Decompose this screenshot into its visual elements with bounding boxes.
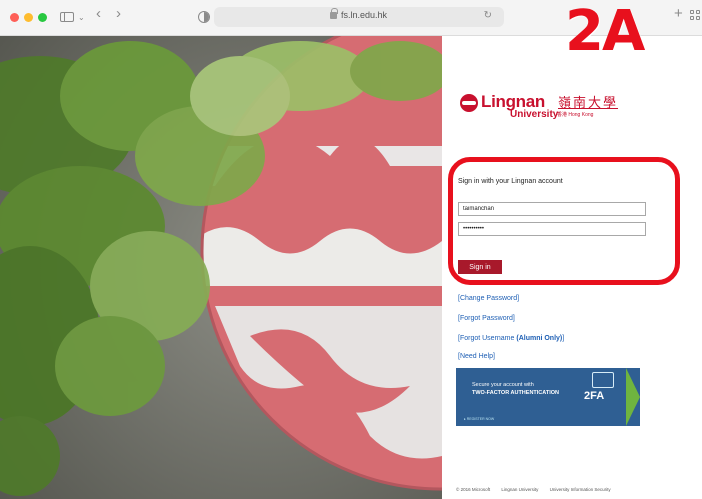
chevron-down-icon[interactable]: ⌄ <box>78 10 85 26</box>
logo-university-label: University <box>510 109 559 120</box>
monitor-icon <box>592 372 614 388</box>
lock-icon <box>330 8 338 19</box>
sidebar-icon[interactable] <box>60 12 74 22</box>
page-footer: © 2016 Microsoft Lingnan University Univ… <box>456 487 621 492</box>
tfa-badge: 2FA <box>584 390 605 402</box>
campus-logo-wall-image <box>0 36 442 499</box>
new-tab-icon[interactable]: + <box>674 6 683 22</box>
footer-security-link[interactable]: University Information Security <box>550 487 611 492</box>
close-window-button[interactable] <box>10 13 19 22</box>
change-password-link[interactable]: [Change Password] <box>458 295 519 302</box>
url-text: fs.ln.edu.hk <box>341 10 388 20</box>
forgot-username-link[interactable]: [Forgot Username (Alumni Only)] <box>458 335 564 342</box>
lingnan-emblem-icon <box>460 94 478 112</box>
forgot-username-close: ] <box>562 335 565 342</box>
lingnan-university-logo: Lingnan 嶺南大學 University 香港 Hong Kong <box>460 92 630 122</box>
address-bar[interactable]: fs.ln.edu.hk ↻ <box>214 7 504 27</box>
background-photo <box>0 36 442 499</box>
forgot-password-link[interactable]: [Forgot Password] <box>458 315 515 322</box>
two-factor-banner[interactable]: Secure your account with TWO-FACTOR AUTH… <box>456 368 640 426</box>
tfa-banner-line1: Secure your account with <box>472 382 534 388</box>
forward-icon[interactable]: › <box>116 6 121 22</box>
logo-hong-kong-label: 香港 Hong Kong <box>557 112 594 118</box>
alumni-only-label: (Alumni Only) <box>516 335 563 342</box>
annotation-highlight-box <box>448 157 680 285</box>
back-icon[interactable]: ‹ <box>96 6 101 22</box>
forgot-username-text: [Forgot Username <box>458 335 517 342</box>
tfa-banner-line2: TWO-FACTOR AUTHENTICATION <box>472 390 559 396</box>
copyright-text: © 2016 Microsoft <box>456 487 491 492</box>
annotation-step-badge: 2A <box>565 0 645 64</box>
logo-chinese-name: 嶺南大學 <box>558 95 619 110</box>
tfa-register-link[interactable]: ▸ REGISTER NOW <box>464 417 494 421</box>
reload-icon[interactable]: ↻ <box>484 10 492 21</box>
need-help-link[interactable]: [Need Help] <box>458 353 495 360</box>
tab-overview-icon[interactable] <box>690 10 700 20</box>
footer-university-link[interactable]: Lingnan University <box>501 487 538 492</box>
arrow-icon <box>626 368 640 426</box>
maximize-window-button[interactable] <box>38 13 47 22</box>
privacy-shield-icon[interactable] <box>198 11 210 23</box>
minimize-window-button[interactable] <box>24 13 33 22</box>
